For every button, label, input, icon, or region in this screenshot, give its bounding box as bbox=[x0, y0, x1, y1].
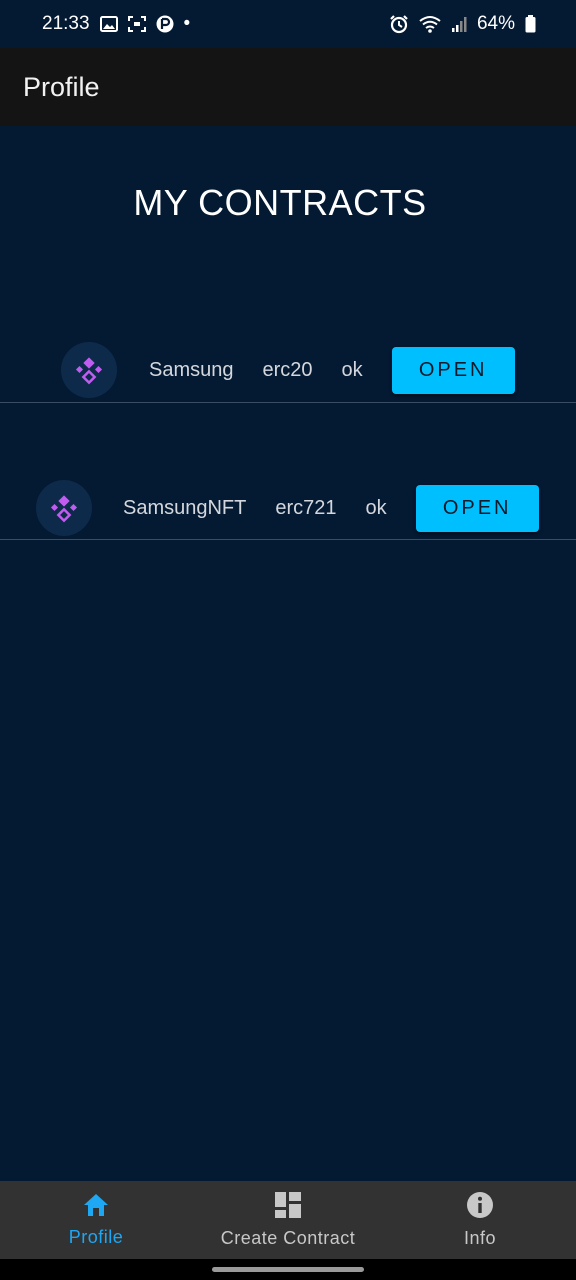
binance-coin-icon bbox=[36, 480, 92, 536]
binance-coin-icon bbox=[61, 342, 117, 398]
status-dot: • bbox=[183, 13, 191, 34]
app-notification-icon bbox=[156, 15, 174, 33]
nav-item-info[interactable]: Info bbox=[384, 1181, 576, 1259]
wifi-icon bbox=[419, 15, 441, 33]
app-bar: Profile bbox=[0, 48, 576, 126]
status-time: 21:33 bbox=[42, 13, 90, 34]
nav-label-create-contract: Create Contract bbox=[220, 1228, 356, 1248]
contract-name: SamsungNFT bbox=[123, 496, 247, 519]
nav-item-profile[interactable]: Profile bbox=[0, 1181, 192, 1259]
contract-row-content: SamsungNFT erc721 ok OPEN bbox=[36, 478, 539, 538]
system-navigation-bar bbox=[0, 1259, 576, 1280]
nav-label-info: Info bbox=[463, 1228, 497, 1248]
open-contract-button[interactable]: OPEN bbox=[415, 484, 539, 532]
contract-row-content: Samsung erc20 ok OPEN bbox=[61, 340, 515, 400]
gallery-icon bbox=[99, 16, 118, 32]
battery-percent: 64% bbox=[476, 13, 515, 34]
status-bar: 21:33 • 64% bbox=[0, 0, 576, 48]
alarm-icon bbox=[389, 14, 409, 34]
info-icon bbox=[466, 1191, 494, 1224]
dashboard-icon bbox=[274, 1191, 302, 1224]
home-icon bbox=[82, 1192, 110, 1223]
contract-standard: erc721 bbox=[275, 496, 337, 519]
bottom-navigation: Profile Create Contract Info bbox=[0, 1181, 576, 1259]
nav-label-profile: Profile bbox=[68, 1227, 124, 1247]
screenshot-icon bbox=[127, 16, 146, 32]
contract-status: ok bbox=[341, 358, 363, 381]
status-right: 64% bbox=[389, 13, 536, 35]
battery-icon bbox=[525, 15, 536, 33]
contract-standard: erc20 bbox=[262, 358, 313, 381]
contract-row: SamsungNFT erc721 ok OPEN bbox=[0, 459, 576, 540]
contract-status: ok bbox=[365, 496, 387, 519]
app-bar-title: Profile bbox=[23, 71, 100, 102]
page-title: MY CONTRACTS bbox=[133, 182, 427, 223]
home-indicator[interactable] bbox=[212, 1267, 364, 1272]
nav-item-create-contract[interactable]: Create Contract bbox=[192, 1181, 384, 1259]
open-contract-button[interactable]: OPEN bbox=[391, 346, 515, 394]
contract-name: Samsung bbox=[149, 358, 234, 381]
contract-row: Samsung erc20 ok OPEN bbox=[0, 322, 576, 403]
status-left: 21:33 • bbox=[42, 13, 190, 35]
signal-icon bbox=[451, 15, 467, 33]
